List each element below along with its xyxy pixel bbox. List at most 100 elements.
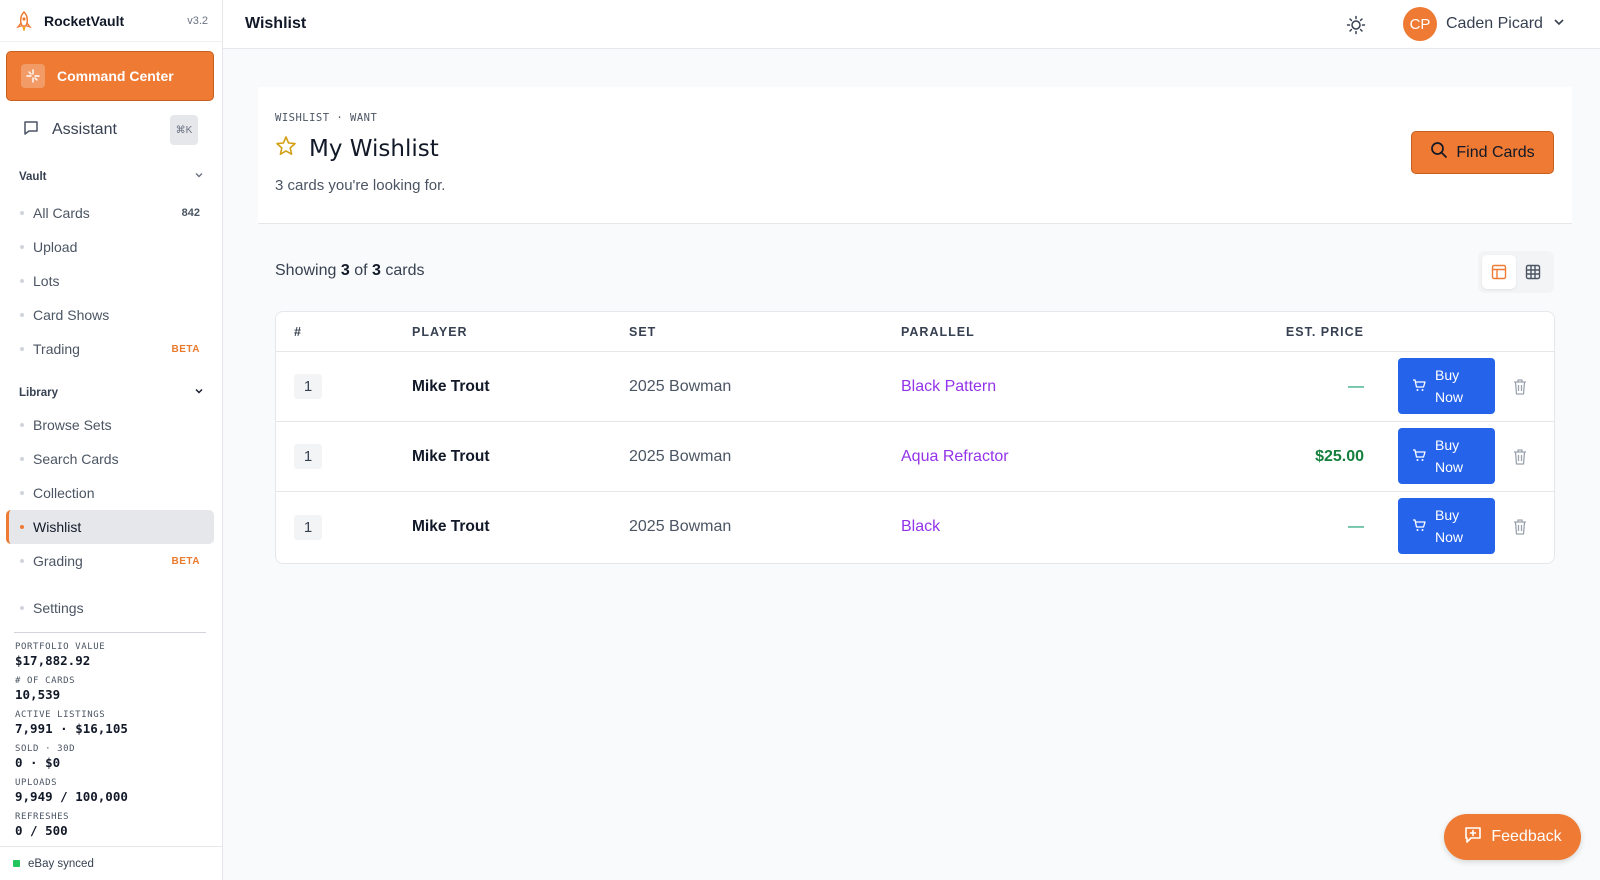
avatar: CP [1403, 7, 1437, 41]
stat-label: # OF CARDS [15, 676, 76, 686]
parallel-link[interactable]: Black [901, 518, 940, 536]
top-bar: Wishlist CP Caden Picard [223, 0, 1600, 49]
sidebar-item-label: Browse Sets [33, 417, 112, 433]
chevron-down-icon [194, 170, 204, 183]
feedback-label: Feedback [1491, 828, 1562, 845]
cart-icon [1412, 448, 1426, 465]
stat-refreshes: REFRESHES 0 / 500 [15, 812, 210, 846]
table-row: 1 Mike Trout 2025 Bowman Black — Buy Now [276, 492, 1554, 562]
stat-active-listings: ACTIVE LISTINGS 7,991 · $16,105 [15, 710, 210, 744]
sidebar-item-collection[interactable]: Collection [6, 476, 214, 510]
bullet-icon [20, 423, 24, 427]
stat-card-count: # OF CARDS 10,539 [15, 676, 210, 710]
row-number: 1 [294, 444, 322, 469]
search-icon [1430, 141, 1448, 164]
sidebar-item-grading[interactable]: Grading BETA [6, 544, 214, 578]
sidebar-item-upload[interactable]: Upload [6, 230, 214, 264]
beta-badge: BETA [171, 555, 200, 567]
stat-value: 0 · $0 [15, 755, 61, 770]
sidebar-divider [14, 632, 206, 633]
stat-value: $17,882.92 [15, 653, 91, 668]
trash-icon[interactable] [1510, 516, 1530, 538]
page-title: Wishlist [245, 15, 307, 32]
stat-label: SOLD · 30D [15, 744, 76, 754]
sidebar-item-label: All Cards [33, 205, 90, 221]
total-count: 3 [371, 262, 381, 279]
stat-label: UPLOADS [15, 778, 58, 788]
chevron-down-icon [1553, 15, 1565, 33]
wishlist-header: WISHLIST · WANT My Wishlist 3 cards you'… [258, 87, 1572, 224]
stat-value: 10,539 [15, 687, 61, 702]
star-icon [275, 135, 297, 162]
command-center-button[interactable]: Command Center [6, 51, 214, 101]
breadcrumb: WISHLIST · WANT [275, 112, 378, 124]
wishlist-heading: My Wishlist [309, 135, 439, 162]
assistant-label: Assistant [52, 121, 117, 138]
section-vault-label: Vault [19, 170, 47, 183]
buy-now-button[interactable]: Buy Now [1398, 358, 1495, 414]
sidebar-item-card-shows[interactable]: Card Shows [6, 298, 214, 332]
sidebar-item-browse-sets[interactable]: Browse Sets [6, 408, 214, 442]
cart-icon [1412, 378, 1426, 395]
sidebar-item-label: Collection [33, 485, 95, 501]
stat-value: 7,991 · $16,105 [15, 721, 128, 736]
sidebar-item-all-cards[interactable]: All Cards 842 [6, 196, 214, 230]
view-toggle [1478, 251, 1554, 293]
showing-prefix: Showing [275, 262, 337, 279]
bullet-icon [20, 313, 24, 317]
bullet-icon [20, 279, 24, 283]
buy-now-label: Buy Now [1435, 437, 1464, 475]
sync-status-text: eBay synced [28, 857, 94, 870]
sidebar: RocketVault v3.2 Command Center Assistan… [0, 0, 223, 880]
sync-status: eBay synced [0, 846, 223, 880]
find-cards-label: Find Cards [1456, 143, 1535, 161]
find-cards-button[interactable]: Find Cards [1411, 131, 1554, 174]
chevron-down-icon [194, 386, 204, 399]
table-row: 1 Mike Trout 2025 Bowman Aqua Refractor … [276, 422, 1554, 492]
feedback-button[interactable]: Feedback [1444, 814, 1581, 860]
parallel-link[interactable]: Aqua Refractor [901, 448, 1009, 466]
showing-of: of [354, 262, 368, 279]
table-view-icon[interactable] [1482, 255, 1516, 289]
wishlist-subtitle: 3 cards you're looking for. [275, 177, 446, 194]
trash-icon[interactable] [1510, 376, 1530, 398]
buy-now-button[interactable]: Buy Now [1398, 428, 1495, 484]
table-header: # PLAYER SET PARALLEL EST. PRICE [276, 312, 1554, 352]
trash-icon[interactable] [1510, 446, 1530, 468]
buy-now-button[interactable]: Buy Now [1398, 498, 1495, 554]
est-price: — [1348, 377, 1364, 395]
sun-icon[interactable] [1343, 12, 1369, 38]
sidebar-item-lots[interactable]: Lots [6, 264, 214, 298]
section-vault-toggle[interactable]: Vault [19, 170, 204, 183]
column-header-num: # [294, 324, 302, 339]
sidebar-item-label: Lots [33, 273, 60, 289]
stat-label: REFRESHES [15, 812, 70, 822]
user-name: Caden Picard [1446, 15, 1543, 32]
chat-icon [22, 119, 40, 142]
section-library-toggle[interactable]: Library [19, 386, 204, 399]
stat-value: 9,949 / 100,000 [15, 789, 128, 804]
set-name: 2025 Bowman [629, 518, 732, 535]
status-dot-icon [13, 860, 20, 867]
section-library-label: Library [19, 386, 58, 399]
est-price: — [1348, 518, 1364, 535]
sidebar-item-trading[interactable]: Trading BETA [6, 332, 214, 366]
sidebar-item-wishlist[interactable]: Wishlist [6, 510, 214, 544]
column-header-player: PLAYER [412, 324, 468, 339]
column-header-parallel: PARALLEL [901, 324, 975, 339]
sidebar-item-settings[interactable]: Settings [6, 591, 214, 625]
buy-now-label: Buy Now [1435, 507, 1464, 545]
beta-badge: BETA [171, 343, 200, 355]
sidebar-item-search-cards[interactable]: Search Cards [6, 442, 214, 476]
cart-icon [1412, 518, 1426, 535]
grid-view-icon[interactable] [1516, 255, 1550, 289]
parallel-link[interactable]: Black Pattern [901, 378, 996, 396]
count-badge: 842 [181, 207, 200, 219]
est-price: $25.00 [1315, 447, 1364, 465]
player-name: Mike Trout [412, 447, 490, 465]
app-name: RocketVault [44, 12, 125, 29]
stat-label: ACTIVE LISTINGS [15, 710, 106, 720]
stat-label: PORTFOLIO VALUE [15, 642, 106, 652]
assistant-button[interactable]: Assistant ⌘K [6, 112, 214, 148]
user-menu[interactable]: CP Caden Picard [1403, 7, 1565, 41]
